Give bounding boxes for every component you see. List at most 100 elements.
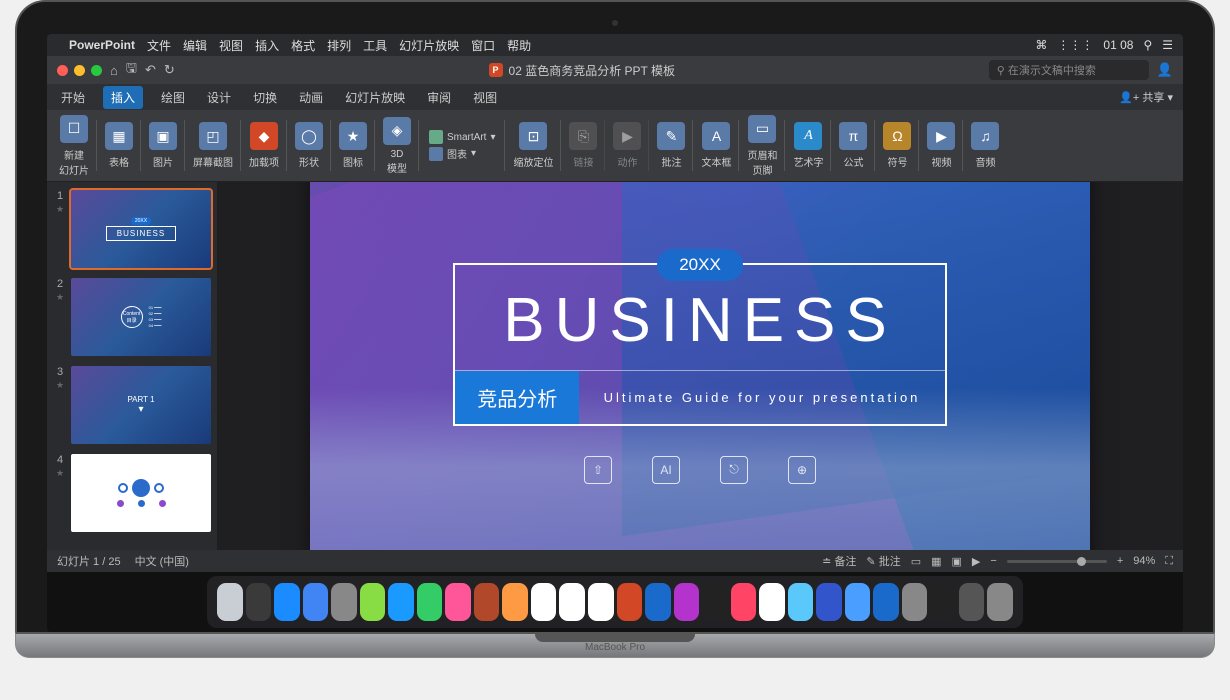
ribbon-audio[interactable]: ♫音频 [963,110,1007,181]
dock-app-17[interactable] [702,583,728,621]
dock-app-6[interactable] [388,583,414,621]
ribbon-3d[interactable]: ◈3D 模型 [375,110,419,181]
zoom-level[interactable]: 94% [1133,555,1155,567]
comments-button[interactable]: ✎ 批注 [866,553,900,569]
tab-view[interactable]: 视图 [469,86,501,109]
ribbon-screenshot[interactable]: ◰屏幕截图 [185,110,241,181]
app-name[interactable]: PowerPoint [69,38,135,52]
zoom-slider[interactable] [1007,560,1107,563]
menu-format[interactable]: 格式 [291,37,315,54]
menu-view[interactable]: 视图 [219,37,243,54]
dock-app-19[interactable] [759,583,785,621]
dock-app-1[interactable] [246,583,272,621]
slide-thumbnails[interactable]: 1★ 20XXBUSINESS 2★ Content 目录01 ━━━02 ━━… [47,182,217,550]
dock-app-22[interactable] [845,583,871,621]
dock-app-4[interactable] [331,583,357,621]
minimize-button[interactable] [74,65,85,76]
thumbnail-2[interactable]: Content 目录01 ━━━02 ━━━03 ━━━04 ━━━ [71,278,211,356]
dock-app-9[interactable] [474,583,500,621]
ribbon-link[interactable]: ⎘链接 [561,110,605,181]
clock[interactable]: 01 08 [1103,38,1133,52]
maximize-button[interactable] [91,65,102,76]
ribbon-new-slide[interactable]: ☐新建 幻灯片 [51,110,97,181]
search-input[interactable]: ⚲ 在演示文稿中搜索 [989,60,1149,80]
dock-app-20[interactable] [788,583,814,621]
close-button[interactable] [57,65,68,76]
tab-draw[interactable]: 绘图 [157,86,189,109]
menu-help[interactable]: 帮助 [507,37,531,54]
fit-icon[interactable]: ⛶ [1165,555,1173,568]
status-icon[interactable]: ⌘ [1035,38,1047,52]
dock-app-25[interactable] [930,583,956,621]
presenter-icon[interactable]: 👤 [1157,62,1173,78]
home-icon[interactable]: ⌂ [110,63,118,78]
search-icon[interactable]: ⚲ [1143,38,1152,52]
dock-app-23[interactable] [873,583,899,621]
dock-app-12[interactable] [559,583,585,621]
tab-design[interactable]: 设计 [203,86,235,109]
menu-file[interactable]: 文件 [147,37,171,54]
dock-app-13[interactable] [588,583,614,621]
ribbon-textbox[interactable]: A文本框 [693,110,739,181]
menu-window[interactable]: 窗口 [471,37,495,54]
ribbon-wordart[interactable]: A艺术字 [785,110,831,181]
ribbon-smartart-chart[interactable]: SmartArt ▾ 图表 ▾ [419,110,505,181]
thumbnail-1[interactable]: 20XXBUSINESS [71,190,211,268]
thumbnail-3[interactable]: PART 1▾ [71,366,211,444]
view-sorter-icon[interactable]: ▦ [931,555,941,568]
redo-icon[interactable]: ↻ [164,62,175,78]
dock-app-3[interactable] [303,583,329,621]
ribbon-icons[interactable]: ★图标 [331,110,375,181]
dock-app-8[interactable] [445,583,471,621]
control-center-icon[interactable]: ☰ [1162,38,1173,52]
dock-app-14[interactable] [617,583,643,621]
undo-icon[interactable]: ↶ [145,62,156,78]
slide-counter[interactable]: 幻灯片 1 / 25 [57,553,121,569]
zoom-out-icon[interactable]: − [990,555,996,567]
ribbon-action[interactable]: ▶动作 [605,110,649,181]
dock-app-11[interactable] [531,583,557,621]
menu-slideshow[interactable]: 幻灯片放映 [399,37,459,54]
share-button[interactable]: 👤+ 共享 ▾ [1119,89,1173,105]
thumbnail-4[interactable] [71,454,211,532]
tab-slideshow[interactable]: 幻灯片放映 [341,86,409,109]
tab-insert[interactable]: 插入 [103,86,143,109]
view-slideshow-icon[interactable]: ▶ [972,555,980,568]
menu-arrange[interactable]: 排列 [327,37,351,54]
dock-app-27[interactable] [987,583,1013,621]
current-slide[interactable]: 20XX BUSINESS 竞品分析 Ultimate Guide for yo… [310,182,1090,550]
dock-app-5[interactable] [360,583,386,621]
dock-app-2[interactable] [274,583,300,621]
ribbon-addin[interactable]: ◆加载项 [241,110,287,181]
view-normal-icon[interactable]: ▭ [911,555,921,568]
ribbon-comment[interactable]: ✎批注 [649,110,693,181]
dock-app-18[interactable] [731,583,757,621]
dock-app-21[interactable] [816,583,842,621]
dock-app-15[interactable] [645,583,671,621]
ribbon-shapes[interactable]: ◯形状 [287,110,331,181]
ribbon-headerfooter[interactable]: ▭页眉和 页脚 [739,110,785,181]
dock-app-26[interactable] [959,583,985,621]
notes-button[interactable]: ≐ 备注 [822,553,856,569]
zoom-in-icon[interactable]: + [1117,555,1123,567]
dock-app-10[interactable] [502,583,528,621]
ribbon-table[interactable]: ▦表格 [97,110,141,181]
menu-edit[interactable]: 编辑 [183,37,207,54]
tab-home[interactable]: 开始 [57,86,89,109]
dock-app-24[interactable] [902,583,928,621]
ribbon-symbol[interactable]: Ω符号 [875,110,919,181]
ribbon-zoom[interactable]: ⊡缩放定位 [505,110,561,181]
ribbon-video[interactable]: ▶视频 [919,110,963,181]
ribbon-picture[interactable]: ▣图片 [141,110,185,181]
menu-tools[interactable]: 工具 [363,37,387,54]
tab-transition[interactable]: 切换 [249,86,281,109]
tab-review[interactable]: 审阅 [423,86,455,109]
dock-app-16[interactable] [674,583,700,621]
save-icon[interactable]: 🖫 [126,59,137,81]
tab-animation[interactable]: 动画 [295,86,327,109]
view-reading-icon[interactable]: ▣ [952,555,962,568]
slide-canvas[interactable]: 20XX BUSINESS 竞品分析 Ultimate Guide for yo… [217,182,1183,550]
menu-insert[interactable]: 插入 [255,37,279,54]
ribbon-equation[interactable]: π公式 [831,110,875,181]
language[interactable]: 中文 (中国) [135,553,189,569]
